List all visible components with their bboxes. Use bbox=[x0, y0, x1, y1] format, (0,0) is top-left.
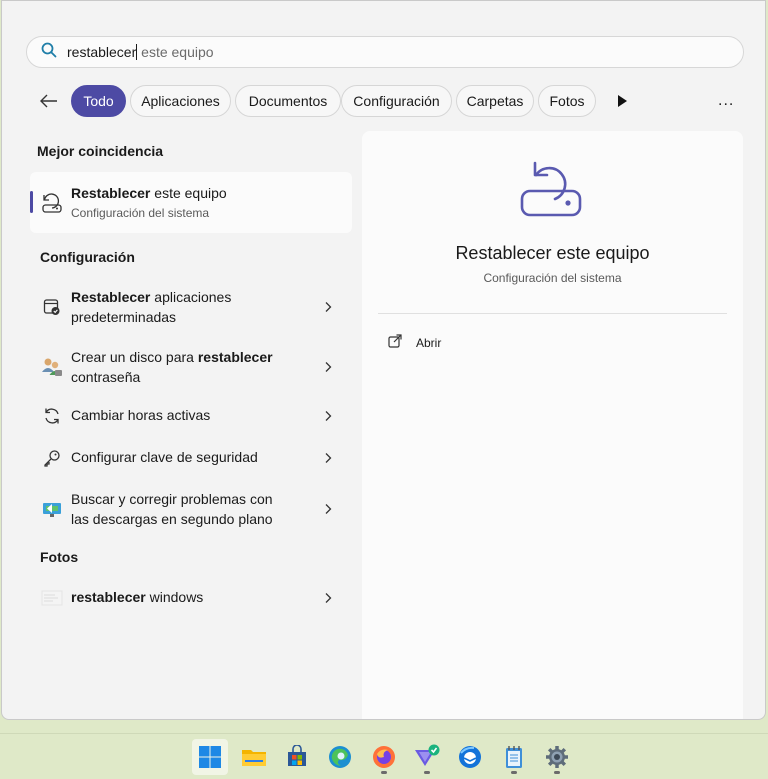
chevron-right-icon bbox=[322, 591, 334, 603]
troubleshoot-icon bbox=[40, 497, 64, 521]
file-explorer-icon[interactable] bbox=[236, 739, 272, 775]
reset-pc-icon bbox=[40, 192, 64, 214]
chevron-right-icon bbox=[322, 451, 334, 463]
windows-logo-icon bbox=[199, 746, 221, 768]
list-item-label: Configurar clave de seguridad bbox=[71, 449, 258, 465]
search-query: restablecer este equipo bbox=[67, 44, 214, 60]
chevron-right-icon bbox=[322, 300, 334, 312]
list-item-clave-seguridad[interactable]: Configurar clave de seguridad bbox=[30, 447, 352, 469]
key-icon bbox=[40, 446, 64, 470]
notepad-icon[interactable] bbox=[496, 739, 532, 775]
back-arrow-icon[interactable] bbox=[38, 91, 60, 111]
search-flyout: restablecer este equipo Todo Aplicacione… bbox=[1, 0, 766, 720]
list-item-label: Cambiar horas activas bbox=[71, 407, 211, 423]
best-match-title: Restablecer este equipo bbox=[71, 185, 227, 201]
photos-header: Fotos bbox=[40, 549, 79, 565]
filter-chip-carpetas[interactable]: Carpetas bbox=[456, 85, 534, 117]
default-apps-icon bbox=[40, 295, 64, 319]
best-match-subtitle: Configuración del sistema bbox=[71, 206, 210, 220]
filter-chip-configuracion[interactable]: Configuración bbox=[341, 85, 452, 117]
more-options-button[interactable]: ... bbox=[718, 92, 734, 110]
search-input[interactable]: restablecer este equipo bbox=[26, 36, 744, 68]
open-action[interactable]: Abrir bbox=[388, 334, 441, 351]
search-autocomplete-hint: este equipo bbox=[137, 44, 214, 60]
filter-chip-aplicaciones[interactable]: Aplicaciones bbox=[130, 85, 231, 117]
filter-chip-documentos[interactable]: Documentos bbox=[235, 85, 341, 117]
list-item-label: Buscar y corregir problemas con las desca… bbox=[71, 491, 273, 527]
search-icon bbox=[41, 42, 57, 63]
list-item-label: Crear un disco para restablecer contraseñ… bbox=[71, 349, 273, 385]
photo-thumbnail-icon bbox=[40, 586, 64, 610]
divider bbox=[378, 313, 727, 314]
preview-title: Restablecer este equipo bbox=[455, 243, 650, 263]
chevron-right-icon bbox=[322, 360, 334, 372]
reset-pc-icon bbox=[517, 161, 587, 221]
list-item-buscar-corregir[interactable]: Buscar y corregir problemas con las desca… bbox=[30, 488, 352, 530]
scroll-right-icon[interactable] bbox=[616, 94, 630, 108]
settings-gear-icon[interactable] bbox=[539, 739, 575, 775]
selection-indicator bbox=[30, 191, 33, 213]
refresh-icon bbox=[40, 404, 64, 428]
filter-chip-fotos[interactable]: Fotos bbox=[538, 85, 596, 117]
list-item-crear-disco[interactable]: Crear un disco para restablecer contraseñ… bbox=[30, 346, 352, 388]
edge-icon[interactable] bbox=[322, 739, 358, 775]
chevron-right-icon bbox=[322, 409, 334, 421]
chevron-right-icon bbox=[322, 502, 334, 514]
vpn-icon[interactable] bbox=[409, 739, 445, 775]
list-item-label: restablecer windows bbox=[71, 589, 204, 605]
preview-pane: Restablecer este equipo Configuración de… bbox=[362, 131, 743, 719]
best-match-header: Mejor coincidencia bbox=[37, 143, 164, 159]
list-item-restablecer-aplicaciones[interactable]: Restablecer aplicaciones predeterminadas bbox=[30, 286, 352, 328]
thunderbird-icon[interactable] bbox=[452, 739, 488, 775]
users-icon bbox=[40, 355, 64, 379]
open-label: Abrir bbox=[416, 335, 442, 350]
store-icon[interactable] bbox=[279, 739, 315, 775]
list-item-cambiar-horas[interactable]: Cambiar horas activas bbox=[30, 405, 352, 427]
filter-chip-todo[interactable]: Todo bbox=[71, 85, 126, 117]
open-external-icon bbox=[388, 334, 402, 351]
start-button[interactable] bbox=[192, 739, 228, 775]
filter-bar: Todo Aplicaciones Documentos Configuraci… bbox=[38, 85, 748, 117]
list-item-label: Restablecer aplicaciones predeterminadas bbox=[71, 289, 232, 325]
best-match-result[interactable]: Restablecer este equipo Configuración de… bbox=[30, 172, 352, 233]
taskbar bbox=[0, 733, 768, 779]
firefox-icon[interactable] bbox=[366, 739, 402, 775]
settings-header: Configuración bbox=[40, 249, 135, 265]
preview-subtitle: Configuración del sistema bbox=[483, 271, 622, 285]
list-item-restablecer-windows[interactable]: restablecer windows bbox=[30, 587, 352, 609]
